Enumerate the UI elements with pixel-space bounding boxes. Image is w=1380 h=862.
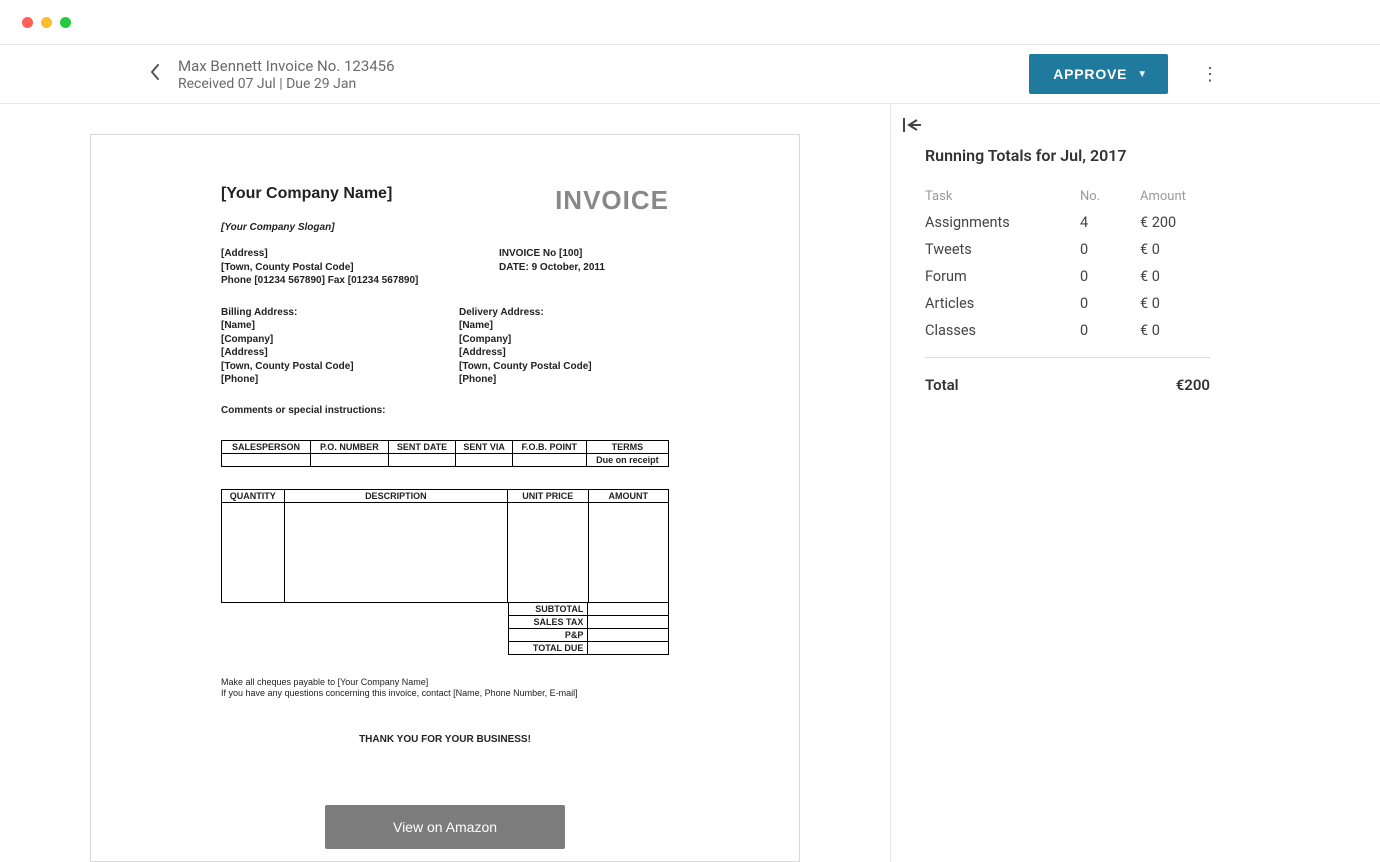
- totals-divider: [925, 357, 1210, 358]
- totals-col-task: Task: [925, 189, 1080, 204]
- close-window-dot[interactable]: [22, 17, 33, 28]
- page-subtitle: Received 07 Jul | Due 29 Jan: [178, 76, 1029, 92]
- totals-col-no: No.: [1080, 189, 1140, 204]
- invoice-slogan: [Your Company Slogan]: [221, 222, 669, 233]
- running-totals-table: Task No. Amount Assignments4€ 200 Tweets…: [925, 189, 1210, 394]
- page-title: Max Bennett Invoice No. 123456: [178, 56, 1029, 76]
- collapse-sidebar-button[interactable]: [903, 118, 921, 132]
- delivery-address-block: Delivery Address: [Name] [Company] [Addr…: [459, 306, 669, 387]
- back-button[interactable]: [150, 64, 160, 84]
- more-options-button[interactable]: ⋮: [1200, 64, 1220, 85]
- invoice-number-date: INVOICE No [100] DATE: 9 October, 2011: [499, 247, 669, 288]
- invoice-thankyou: THANK YOU FOR YOUR BUSINESS!: [221, 734, 669, 745]
- totals-row: Tweets0€ 0: [925, 241, 1210, 258]
- totals-total-row: Total €200: [925, 376, 1210, 394]
- main-pane: [Your Company Name] INVOICE [Your Compan…: [0, 104, 890, 862]
- maximize-window-dot[interactable]: [60, 17, 71, 28]
- shipping-table: SALESPERSON P.O. NUMBER SENT DATE SENT V…: [221, 440, 669, 467]
- totals-row: Classes0€ 0: [925, 322, 1210, 339]
- minimize-window-dot[interactable]: [41, 17, 52, 28]
- invoice-footer-text: Make all cheques payable to [Your Compan…: [221, 677, 669, 700]
- comments-label: Comments or special instructions:: [221, 405, 669, 416]
- invoice-document: [Your Company Name] INVOICE [Your Compan…: [90, 134, 800, 862]
- page-header: Max Bennett Invoice No. 123456 Received …: [0, 45, 1380, 104]
- invoice-company-address: [Address] [Town, County Postal Code] Pho…: [221, 247, 499, 288]
- totals-col-amount: Amount: [1140, 189, 1210, 204]
- totals-row: Assignments4€ 200: [925, 214, 1210, 231]
- subtotals-block: SUBTOTAL SALES TAX P&P TOTAL DUE: [221, 603, 669, 655]
- approve-button-label: APPROVE: [1053, 66, 1127, 82]
- billing-address-block: Billing Address: [Name] [Company] [Addre…: [221, 306, 459, 387]
- invoice-company-name: [Your Company Name]: [221, 185, 392, 216]
- header-titles: Max Bennett Invoice No. 123456 Received …: [178, 56, 1029, 92]
- invoice-heading: INVOICE: [555, 185, 669, 216]
- view-on-amazon-button[interactable]: View on Amazon: [325, 805, 565, 849]
- line-items-table: QUANTITY DESCRIPTION UNIT PRICE AMOUNT: [221, 489, 669, 603]
- sidebar: Running Totals for Jul, 2017 Task No. Am…: [890, 104, 1380, 862]
- totals-row: Articles0€ 0: [925, 295, 1210, 312]
- approve-button[interactable]: APPROVE ▼: [1029, 54, 1168, 94]
- running-totals-title: Running Totals for Jul, 2017: [925, 146, 1210, 165]
- totals-row: Forum0€ 0: [925, 268, 1210, 285]
- window-chrome: [0, 0, 1380, 45]
- chevron-down-icon: ▼: [1137, 69, 1148, 80]
